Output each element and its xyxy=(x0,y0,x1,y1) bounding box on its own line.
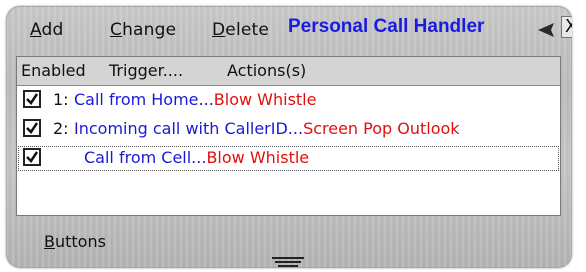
window-title: Personal Call Handler xyxy=(288,16,485,37)
row-number: 2: xyxy=(53,119,69,138)
menu-add-mnemonic: A xyxy=(30,20,42,40)
call-handler-list[interactable]: Enabled Trigger.... Actions(s) 1: Call f… xyxy=(16,56,561,216)
row-text: Call from Home...Blow Whistle xyxy=(74,90,316,109)
close-button[interactable]: X xyxy=(561,16,572,38)
menu-change-mnemonic: C xyxy=(110,20,123,40)
row-number: 1: xyxy=(53,90,69,109)
list-header: Enabled Trigger.... Actions(s) xyxy=(17,57,560,86)
list-item[interactable]: 1: Call from Home...Blow Whistle xyxy=(17,87,560,114)
menu-bar: Add Change Delete Personal Call Handler … xyxy=(6,6,572,52)
header-trigger[interactable]: Trigger.... xyxy=(109,61,183,80)
list-item[interactable]: 2: Incoming call with CallerID...Screen … xyxy=(17,116,560,143)
menu-add[interactable]: Add xyxy=(30,20,64,40)
menu-delete-label: elete xyxy=(225,20,270,40)
row-text: Incoming call with CallerID...Screen Pop… xyxy=(74,119,460,138)
checkmark-icon xyxy=(26,93,39,105)
enabled-checkbox[interactable] xyxy=(23,119,41,137)
row-action: Blow Whistle xyxy=(206,148,310,167)
checkmark-icon xyxy=(26,122,39,134)
row-action: Screen Pop Outlook xyxy=(303,119,460,138)
header-enabled[interactable]: Enabled xyxy=(21,61,86,80)
buttons-mnemonic: B xyxy=(44,232,55,251)
checkmark-icon xyxy=(26,151,39,163)
menu-delete-mnemonic: D xyxy=(212,20,226,40)
row-trigger: Call from Home... xyxy=(74,90,214,109)
header-actions[interactable]: Actions(s) xyxy=(227,61,306,80)
buttons-label: uttons xyxy=(54,232,106,251)
personal-call-handler-window: Add Change Delete Personal Call Handler … xyxy=(0,0,586,272)
enabled-checkbox[interactable] xyxy=(23,148,41,166)
grip-icon[interactable] xyxy=(268,255,308,268)
row-number: 3: xyxy=(53,148,69,167)
pin-icon[interactable] xyxy=(536,19,558,39)
menu-change-label: hange xyxy=(122,20,177,40)
row-action: Blow Whistle xyxy=(213,90,317,109)
menu-add-label: dd xyxy=(41,20,64,40)
row-trigger: Incoming call with CallerID... xyxy=(74,119,304,138)
list-item[interactable]: 3: Call from Cell...Blow Whistle xyxy=(17,145,560,172)
row-text: Call from Cell...Blow Whistle xyxy=(84,148,309,167)
buttons-toggle[interactable]: Buttons xyxy=(44,232,106,251)
enabled-checkbox[interactable] xyxy=(23,90,41,108)
main-panel: Add Change Delete Personal Call Handler … xyxy=(6,6,572,268)
menu-delete[interactable]: Delete xyxy=(212,20,269,40)
menu-change[interactable]: Change xyxy=(110,20,176,40)
row-trigger: Call from Cell... xyxy=(84,148,207,167)
